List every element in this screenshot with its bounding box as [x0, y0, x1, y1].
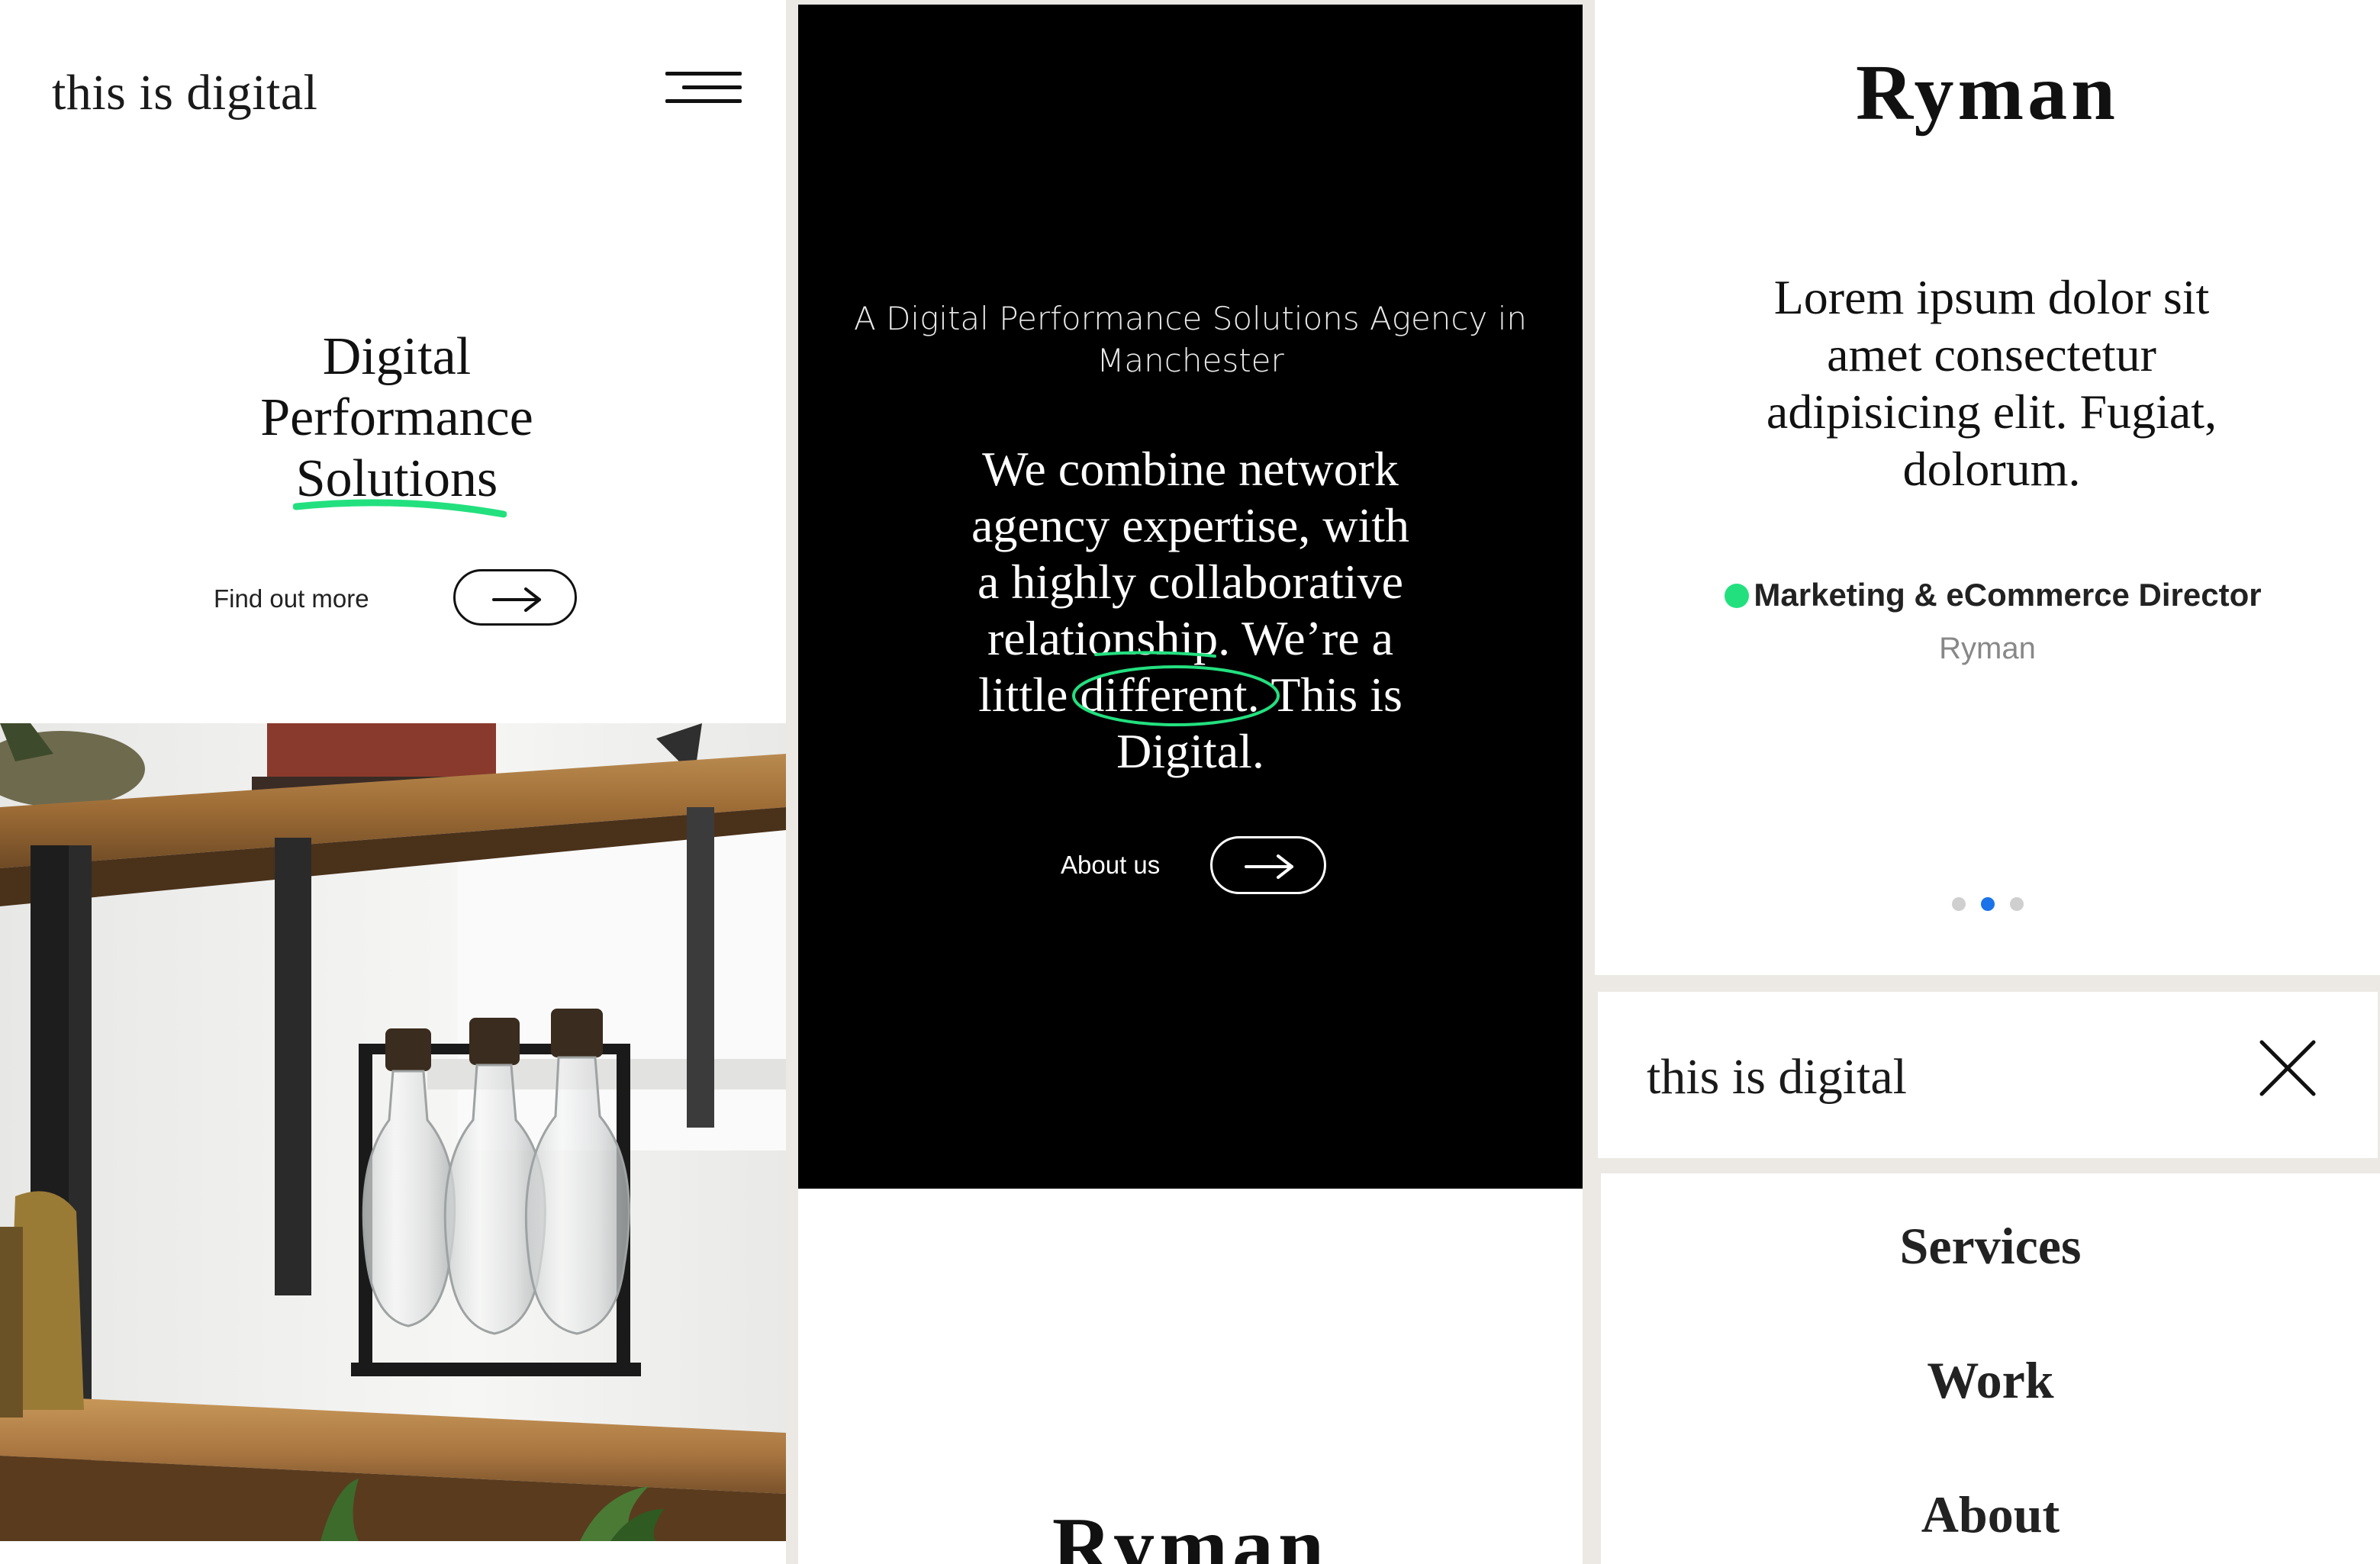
statement-line: Digital.: [1116, 724, 1264, 778]
site-logo[interactable]: this is digital: [1647, 1048, 1907, 1106]
carousel-dot-active[interactable]: [1980, 897, 1995, 911]
hero-title-line: Digital: [322, 327, 472, 386]
hero-title-line: Performance: [260, 388, 533, 447]
kicker-line: Manchester: [1097, 342, 1284, 379]
client-logo: Ryman: [1052, 1501, 1329, 1564]
status-dot-icon: [1725, 584, 1750, 608]
carousel-dot[interactable]: [1951, 897, 1966, 911]
quote-line: amet consectetur: [1827, 327, 2156, 381]
author-role-label: Marketing & eCommerce Director: [1754, 577, 2262, 613]
testimonial-quote: Lorem ipsum dolor sit amet consectetur a…: [1732, 269, 2251, 497]
statement-line: agency expertise, with: [971, 498, 1409, 552]
carousel-pagination: [1595, 897, 2380, 915]
testimonial-author-company: Ryman: [1939, 632, 2036, 665]
statement-fragment: little: [978, 668, 1081, 722]
quote-line: dolorum.: [1902, 442, 2081, 496]
client-logo: Ryman: [1856, 49, 2119, 137]
quote-line: Lorem ipsum dolor sit: [1773, 270, 2210, 324]
kicker-line: A Digital Performance Solutions Agency i…: [854, 300, 1527, 337]
home-hero-panel: this is digital Digital Performance Solu…: [0, 0, 786, 1564]
hero-photo: [0, 723, 786, 1541]
statement-line: We combine network: [982, 442, 1399, 496]
menu-item-work[interactable]: Work: [1601, 1350, 2380, 1411]
menu-item-services[interactable]: Services: [1601, 1216, 2380, 1276]
circle-highlight: [1072, 665, 1280, 726]
site-logo[interactable]: this is digital: [52, 64, 318, 122]
testimonial-panel: Ryman Lorem ipsum dolor sit amet consect…: [1595, 0, 2380, 975]
menu-item-about[interactable]: About: [1601, 1485, 2380, 1545]
agency-kicker: A Digital Performance Solutions Agency i…: [844, 298, 1537, 381]
shelf-photo-illustration: [0, 723, 786, 1541]
about-us-link[interactable]: About us: [1061, 851, 1160, 880]
underline-swoosh: [1093, 651, 1216, 658]
menu-header: this is digital: [1598, 992, 2378, 1158]
find-out-more-link[interactable]: Find out more: [214, 584, 369, 613]
testimonial-author-role: Marketing & eCommerce Director: [1703, 577, 2283, 613]
about-section: A Digital Performance Solutions Agency i…: [798, 5, 1583, 1189]
statement-line: a highly collaborative: [977, 555, 1404, 609]
hero-title: Digital Performance Solutions: [153, 327, 641, 518]
agency-statement: We combine network agency expertise, wit…: [913, 441, 1468, 780]
menu-list: Services Work About: [1601, 1173, 2380, 1564]
about-us-button[interactable]: [1210, 836, 1326, 894]
close-icon[interactable]: [2257, 1038, 2318, 1099]
arrow-right-icon: [1245, 854, 1293, 879]
carousel-dot[interactable]: [2009, 897, 2024, 911]
find-out-more-button[interactable]: [453, 569, 577, 626]
hamburger-menu-icon[interactable]: [662, 72, 742, 119]
quote-line: adipisicing elit. Fugiat,: [1766, 385, 2217, 439]
about-panel: A Digital Performance Solutions Agency i…: [798, 5, 1583, 1564]
underline-swoosh: [292, 499, 507, 518]
arrow-right-icon: [492, 587, 541, 612]
